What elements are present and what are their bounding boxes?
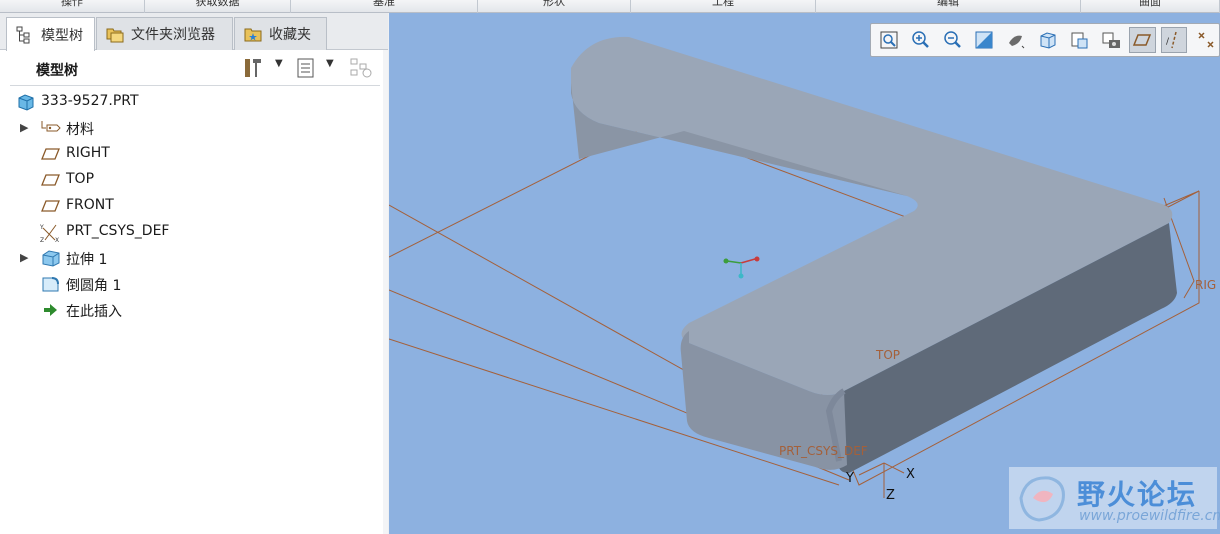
svg-text:Y: Y	[39, 224, 44, 231]
tree-item-label: PRT_CSYS_DEF	[66, 223, 170, 239]
csys-label: PRT_CSYS_DEF	[779, 444, 868, 458]
saved-orientations-icon[interactable]	[1034, 27, 1061, 53]
ribbon-group-surfaces[interactable]: 曲面	[1081, 0, 1220, 13]
axis-display-icon[interactable]: /	[1160, 27, 1188, 53]
part-icon	[16, 92, 38, 112]
tree-root-part[interactable]: 333-9527.PRT	[10, 89, 382, 115]
model-tree-title: 模型树	[36, 63, 78, 79]
extrude-icon	[40, 248, 62, 268]
svg-text:X: X	[55, 237, 59, 244]
tree-item-label: 拉伸 1	[66, 252, 108, 268]
material-icon	[40, 118, 62, 138]
model-tree-icon	[15, 25, 35, 45]
show-dropdown-chevron-down-icon[interactable]: ▼	[326, 58, 334, 69]
tree-item-front-plane[interactable]: FRONT	[10, 193, 382, 219]
datum-plane-icon	[40, 196, 62, 216]
tree-item-csys[interactable]: YZ X PRT_CSYS_DEF	[10, 219, 382, 245]
navigator-tabs: 模型树 文件夹浏览器 收藏夹	[0, 13, 388, 51]
perspective-view-icon[interactable]	[1097, 27, 1124, 53]
csys-axes	[858, 462, 905, 498]
csys-triad	[723, 256, 760, 279]
tab-label: 文件夹浏览器	[131, 27, 215, 43]
ribbon-group-editing[interactable]: 编辑	[816, 0, 1081, 13]
ribbon-group-get-data[interactable]: 获取数据	[145, 0, 291, 13]
datum-plane-icon	[40, 170, 62, 190]
tree-item-label: RIGHT	[66, 145, 110, 161]
axis-x-label: X	[906, 467, 915, 482]
coordinate-system-icon: YZ X	[39, 222, 61, 244]
tree-item-material[interactable]: ▶ 材料	[10, 115, 382, 141]
ribbon-group-operations[interactable]: 操作	[0, 0, 145, 13]
ribbon-group-engineering[interactable]: 工程	[631, 0, 816, 13]
tree-item-right-plane[interactable]: RIGHT	[10, 141, 382, 167]
tree-item-round[interactable]: 倒圆角 1	[10, 271, 382, 297]
tree-item-label: 材料	[66, 122, 94, 138]
tab-folder-browser[interactable]: 文件夹浏览器	[96, 17, 233, 50]
graphics-viewport[interactable]: TOP RIG PRT_CSYS_DEF X Y Z	[389, 13, 1220, 534]
svg-text:/: /	[1166, 37, 1170, 47]
insert-here-arrow-icon	[40, 300, 62, 320]
tree-item-label: TOP	[66, 171, 95, 187]
zoom-in-icon[interactable]	[908, 27, 935, 53]
model-tree: 333-9527.PRT ▶ 材料 RIGHT TOP FRONT Y Z X …	[10, 89, 382, 323]
tree-item-label: 倒圆角 1	[66, 278, 122, 294]
solid-part[interactable]	[571, 36, 1177, 473]
axis-z-label: Z	[886, 488, 895, 503]
zoom-out-icon[interactable]	[939, 27, 966, 53]
watermark-emblem-icon	[1019, 476, 1065, 522]
ribbon-group-datum[interactable]: 基准	[291, 0, 478, 13]
point-display-icon[interactable]	[1192, 27, 1219, 53]
settings-tools-icon[interactable]	[242, 56, 264, 80]
view-manager-icon[interactable]	[1066, 27, 1093, 53]
tree-item-label: FRONT	[66, 197, 114, 213]
plane-display-icon[interactable]	[1129, 27, 1156, 53]
watermark-title: 野火论坛	[1077, 478, 1198, 511]
tree-item-extrude[interactable]: ▶ 拉伸 1	[10, 245, 382, 271]
axis-y-label: Y	[845, 471, 854, 486]
tree-item-top-plane[interactable]: TOP	[10, 167, 382, 193]
tree-scrollbar[interactable]	[383, 50, 388, 534]
tree-filter-disabled-icon[interactable]	[348, 56, 372, 80]
folder-browser-icon	[105, 24, 125, 44]
refit-icon[interactable]	[876, 27, 903, 53]
model-tree-header: 模型树 ▼ ▼	[10, 50, 380, 86]
round-icon	[40, 274, 62, 294]
ribbon-group-shapes[interactable]: 形状	[478, 0, 631, 13]
datum-plane-icon	[40, 144, 62, 164]
display-style-icon[interactable]	[1003, 27, 1030, 53]
watermark-url: www.proewildfire.cn	[1079, 508, 1220, 524]
tab-favorites[interactable]: 收藏夹	[234, 17, 327, 50]
forum-watermark-logo: 野火论坛 www.proewildfire.cn	[1009, 467, 1220, 529]
expand-arrow-icon[interactable]: ▶	[20, 251, 30, 264]
tree-item-label: 在此插入	[66, 304, 122, 320]
expand-arrow-icon[interactable]: ▶	[20, 121, 30, 134]
show-options-icon[interactable]	[295, 56, 317, 80]
svg-text:Z: Z	[40, 237, 44, 244]
tab-label: 模型树	[41, 27, 83, 44]
tab-label: 收藏夹	[269, 27, 311, 43]
tree-item-insert-here[interactable]: 在此插入	[10, 297, 382, 323]
graphics-toolbar: /	[870, 23, 1220, 57]
right-plane-label: RIG	[1195, 278, 1216, 292]
model-canvas: TOP RIG PRT_CSYS_DEF X Y Z	[389, 36, 1216, 503]
top-plane-label: TOP	[875, 348, 900, 362]
tab-model-tree[interactable]: 模型树	[6, 17, 95, 51]
tree-root-label: 333-9527.PRT	[41, 93, 139, 109]
navigator-panel: 模型树 文件夹浏览器 收藏夹 模型树 ▼ ▼ 333-9527.PRT ▶ 材料…	[0, 13, 388, 534]
settings-dropdown-chevron-down-icon[interactable]: ▼	[275, 58, 283, 69]
ribbon-group-bar: 操作 获取数据 基准 形状 工程 编辑 曲面	[0, 0, 1220, 13]
repaint-icon[interactable]	[971, 27, 998, 53]
favorites-icon	[243, 24, 263, 44]
